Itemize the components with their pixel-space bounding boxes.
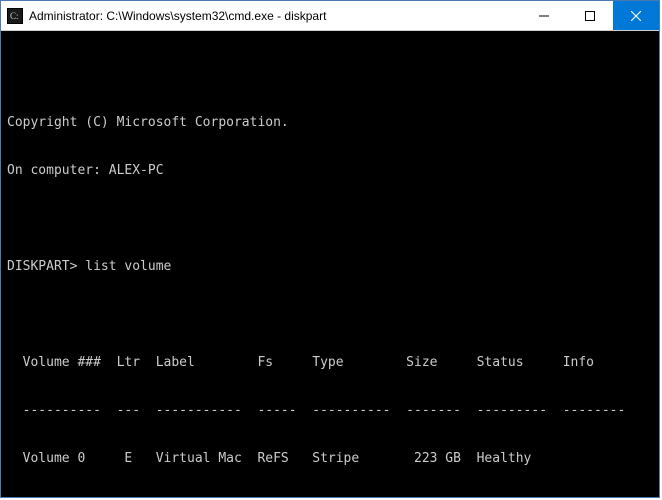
title-left: C: Administrator: C:\Windows\system32\cm…: [1, 8, 521, 24]
copyright-line: Copyright (C) Microsoft Corporation.: [7, 115, 651, 131]
cmd-icon: C:: [7, 8, 23, 24]
maximize-button[interactable]: [567, 1, 613, 30]
terminal-output[interactable]: Copyright (C) Microsoft Corporation. On …: [1, 31, 659, 497]
window-title: Administrator: C:\Windows\system32\cmd.e…: [29, 9, 326, 23]
svg-text:C:: C:: [10, 11, 19, 21]
titlebar[interactable]: C: Administrator: C:\Windows\system32\cm…: [1, 1, 659, 31]
close-button[interactable]: [613, 1, 659, 30]
table-header: Volume ### Ltr Label Fs Type Size Status…: [7, 355, 651, 371]
table-row: Volume 0 E Virtual Mac ReFS Stripe 223 G…: [7, 451, 651, 467]
prompt-list-volume: DISKPART> list volume: [7, 259, 651, 275]
table-divider: ---------- --- ----------- ----- -------…: [7, 403, 651, 419]
window-controls: [521, 1, 659, 30]
cmd-window: C: Administrator: C:\Windows\system32\cm…: [0, 0, 660, 498]
computer-line: On computer: ALEX-PC: [7, 163, 651, 179]
minimize-button[interactable]: [521, 1, 567, 30]
